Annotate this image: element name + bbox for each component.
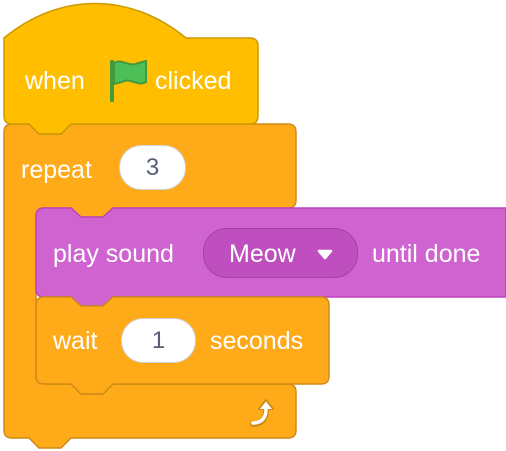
caret-down-icon [317, 249, 333, 260]
clicked-label: clicked [155, 67, 232, 95]
play-sound-label: play sound [53, 240, 174, 268]
script-canvas: when clicked repeat 3 play sound Meow un… [0, 0, 506, 451]
wait-label: wait [53, 327, 98, 355]
until-done-label: until done [372, 240, 481, 268]
sound-dropdown[interactable]: Meow [203, 228, 358, 278]
seconds-label: seconds [210, 327, 304, 355]
repeat-count-input[interactable]: 3 [119, 145, 186, 190]
repeat-label: repeat [21, 156, 92, 184]
sound-dropdown-value: Meow [229, 240, 296, 268]
wait-seconds-input[interactable]: 1 [121, 318, 196, 363]
when-label: when [25, 67, 85, 95]
